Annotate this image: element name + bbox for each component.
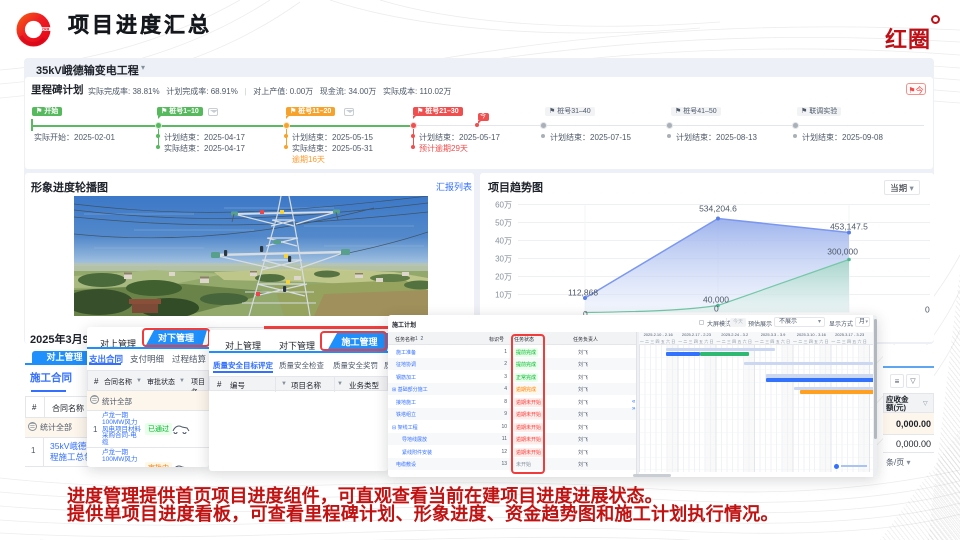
svg-text:50万: 50万	[495, 218, 512, 227]
svg-text:60万: 60万	[495, 200, 512, 209]
svg-text:40万: 40万	[495, 236, 512, 245]
svg-text:30万: 30万	[495, 254, 512, 263]
svg-text:300,000: 300,000	[827, 246, 858, 256]
svg-text:CRM: CRM	[42, 27, 50, 31]
svg-text:0: 0	[925, 304, 930, 314]
svg-text:453,147.5: 453,147.5	[830, 221, 868, 231]
svg-text:20万: 20万	[495, 272, 512, 281]
svg-text:10万: 10万	[495, 290, 512, 299]
svg-text:0: 0	[714, 303, 719, 313]
svg-text:534,204.6: 534,204.6	[699, 203, 737, 213]
svg-text:112,868: 112,868	[568, 287, 598, 297]
